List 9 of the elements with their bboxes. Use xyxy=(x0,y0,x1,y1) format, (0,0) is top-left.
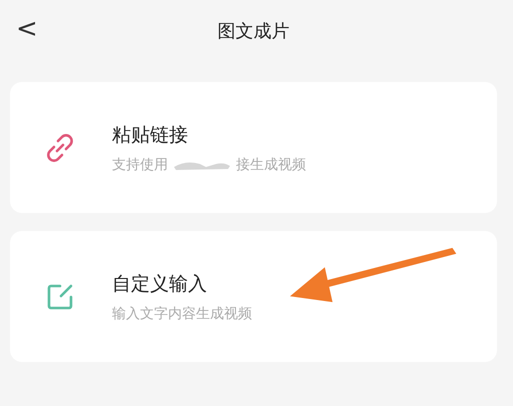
option-description: 支持使用 xyxy=(112,156,168,174)
option-title: 自定义输入 xyxy=(112,272,208,296)
option-description: 接生成视频 xyxy=(236,156,306,174)
option-description: 输入文字内容生成视频 xyxy=(112,304,252,322)
option-title: 粘贴链接 xyxy=(112,122,189,148)
option-card[interactable]: 自定义输入 输入文字内容生成视频 xyxy=(10,231,497,362)
option-card[interactable]: 粘贴链接 支持使用 接生成视频 xyxy=(10,82,497,213)
page-title: 图文成片 xyxy=(218,20,290,43)
back-button[interactable]: < xyxy=(16,14,38,44)
